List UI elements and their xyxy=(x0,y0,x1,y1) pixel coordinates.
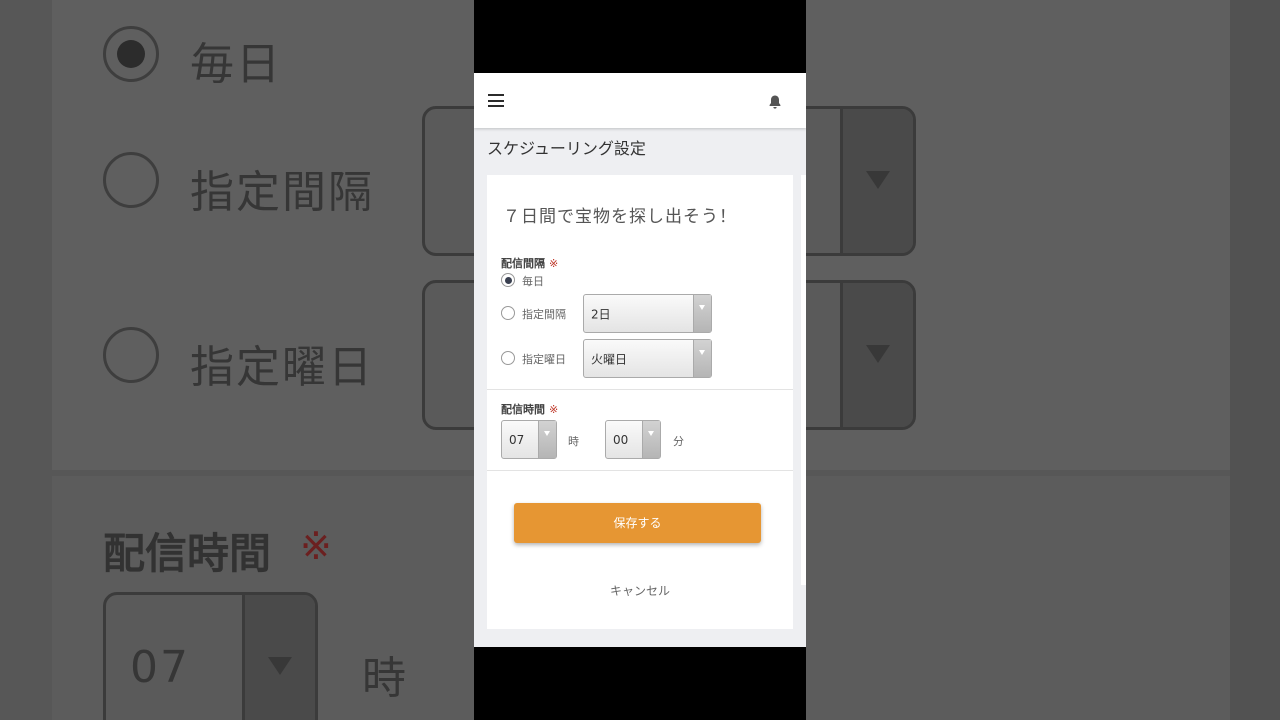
background-text: 時 xyxy=(362,653,408,704)
next-card-edge xyxy=(801,175,806,585)
background-text: 指定曜日 xyxy=(190,342,374,393)
divider xyxy=(487,389,793,390)
radio-daily[interactable] xyxy=(501,273,515,287)
weekday-select-value: 火曜日 xyxy=(591,352,628,366)
phone-frame: スケジューリング設定 ７日間で宝物を探し出そう！ 配信間隔 ※ 毎日 指定間隔 2… xyxy=(474,0,806,720)
radio-interval[interactable] xyxy=(501,306,515,320)
background-text: ※ xyxy=(300,524,332,568)
page-title: スケジューリング設定 xyxy=(487,139,646,158)
chevron-down-icon xyxy=(693,295,711,332)
background-radio xyxy=(103,152,159,208)
required-mark: ※ xyxy=(549,403,559,416)
interval-select-value: 2日 xyxy=(591,307,611,321)
chevron-down-icon xyxy=(693,340,711,377)
required-mark: ※ xyxy=(549,257,559,270)
card-title: ７日間で宝物を探し出そう！ xyxy=(503,207,737,227)
divider xyxy=(487,470,793,471)
cancel-link[interactable]: キャンセル xyxy=(487,582,793,599)
minute-select-value: 00 xyxy=(613,432,629,447)
background-text: 07 xyxy=(130,642,190,693)
minute-select[interactable]: 00 xyxy=(605,420,661,459)
hamburger-icon[interactable] xyxy=(488,94,504,107)
chevron-down-icon xyxy=(538,421,556,458)
radio-weekday-label[interactable]: 指定曜日 xyxy=(522,351,566,367)
background-text: 配信時間 xyxy=(103,529,272,578)
hour-select[interactable]: 07 xyxy=(501,420,557,459)
top-bar xyxy=(474,73,806,128)
background-radio xyxy=(103,26,159,82)
background-radio xyxy=(103,327,159,383)
chevron-down-icon xyxy=(642,421,660,458)
label-text: 配信間隔 xyxy=(501,257,545,270)
schedule-card: ７日間で宝物を探し出そう！ 配信間隔 ※ 毎日 指定間隔 2日 指定曜日 火曜日 … xyxy=(487,175,793,629)
minute-unit: 分 xyxy=(673,435,684,448)
interval-select[interactable]: 2日 xyxy=(583,294,712,333)
radio-daily-label[interactable]: 毎日 xyxy=(522,273,544,289)
radio-interval-label[interactable]: 指定間隔 xyxy=(522,306,566,322)
hour-select-value: 07 xyxy=(509,432,525,447)
background-text: 指定間隔 xyxy=(190,167,374,218)
label-text: 配信時間 xyxy=(501,403,545,416)
background-edge xyxy=(1230,0,1280,720)
radio-weekday[interactable] xyxy=(501,351,515,365)
weekday-select[interactable]: 火曜日 xyxy=(583,339,712,378)
background-text: 毎日 xyxy=(190,39,282,90)
delivery-time-label: 配信時間 ※ xyxy=(501,401,558,417)
save-button[interactable]: 保存する xyxy=(514,503,761,543)
bell-icon[interactable] xyxy=(767,94,783,110)
app-screen: スケジューリング設定 ７日間で宝物を探し出そう！ 配信間隔 ※ 毎日 指定間隔 2… xyxy=(474,73,806,647)
hour-unit: 時 xyxy=(568,435,579,448)
delivery-interval-label: 配信間隔 ※ xyxy=(501,255,558,271)
